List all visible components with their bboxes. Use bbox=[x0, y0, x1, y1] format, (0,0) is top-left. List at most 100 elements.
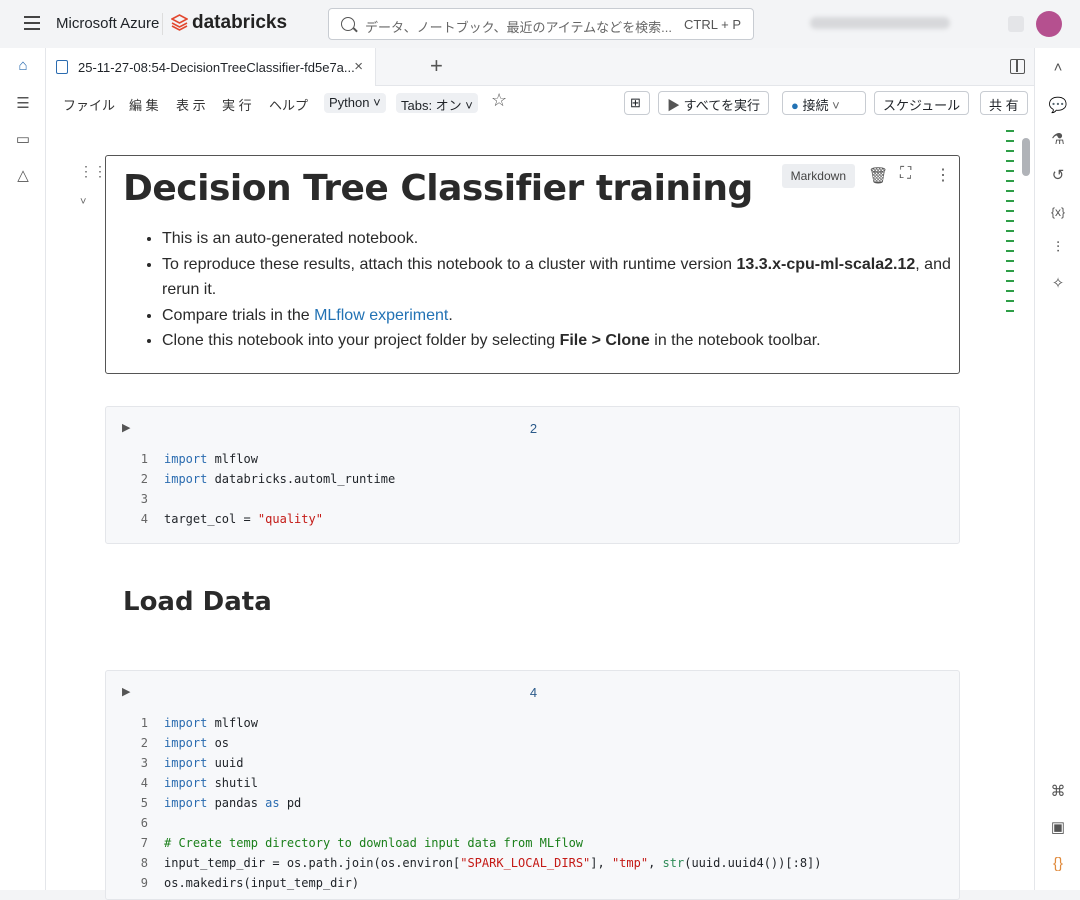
markdown-badge[interactable]: Markdown bbox=[781, 164, 855, 188]
code-token: uuid bbox=[207, 756, 244, 770]
notebook-title: Decision Tree Classifier training bbox=[123, 168, 753, 209]
right-sidebar: ˄ 💬 ⚗ ↺ {x} ⫶ ✧ ⌘ ▣ {} bbox=[1034, 48, 1080, 890]
code-line: 4 import shutil bbox=[126, 773, 822, 793]
line-number: 4 bbox=[140, 512, 148, 526]
tab-title: 25-11-27-08:54-DecisionTreeClassifier-fd… bbox=[78, 60, 355, 75]
menu-file[interactable]: ファイル bbox=[63, 95, 115, 114]
code-cell[interactable]: ▶ 2 1 import mlflow 2 import databricks.aut… bbox=[105, 406, 960, 544]
code-token: import bbox=[164, 776, 208, 790]
assistant-sparkle-icon[interactable]: ✧ bbox=[1048, 274, 1068, 294]
layout-button[interactable]: ⊞ bbox=[624, 91, 650, 115]
code-line: 5 import pandas as pd bbox=[126, 793, 822, 813]
code-cell[interactable]: ▶ 4 1 import mlflow 2 import os 3 import uuid… bbox=[105, 670, 960, 900]
more-icon[interactable]: ⋮ bbox=[935, 165, 951, 185]
line-number: 9 bbox=[140, 876, 148, 890]
share-button[interactable]: 共 有 bbox=[980, 91, 1028, 115]
hamburger-menu-icon[interactable] bbox=[24, 16, 40, 30]
run-all-button[interactable]: ▶ すべてを実行 bbox=[658, 91, 769, 115]
code-token: str bbox=[662, 856, 685, 870]
sliders-icon[interactable]: ⫶ bbox=[1048, 238, 1068, 258]
collapse-chevron-icon[interactable]: ˅ bbox=[80, 196, 86, 208]
play-icon: ▶ bbox=[667, 98, 681, 113]
terminal-icon[interactable]: ▣ bbox=[1048, 818, 1068, 838]
language-select[interactable]: Python ˅ bbox=[324, 93, 386, 113]
layout-icon: ⊞ bbox=[630, 95, 641, 110]
table-of-contents-icon[interactable]: ☰ bbox=[13, 94, 33, 114]
search-input[interactable]: データ、ノートブック、最近のアイテムなどを検索... CTRL + P bbox=[328, 8, 754, 40]
code-line: 3 bbox=[126, 489, 395, 509]
search-icon bbox=[341, 17, 355, 31]
code-editor[interactable]: 1 import mlflow 2 import os 3 import uuid 4 imp… bbox=[126, 713, 822, 893]
search-placeholder: データ、ノートブック、最近のアイテムなどを検索... bbox=[365, 20, 672, 35]
code-editor[interactable]: 1 import mlflow 2 import databricks.automl_… bbox=[126, 449, 395, 529]
code-line: 4 target_col = "quality" bbox=[126, 509, 395, 529]
drag-handle-icon[interactable]: ⋮⋮ bbox=[79, 164, 107, 178]
code-line: 2 import os bbox=[126, 733, 822, 753]
workspace-selector[interactable] bbox=[810, 17, 950, 29]
code-token: "quality" bbox=[257, 512, 323, 526]
shapes-icon[interactable]: △ bbox=[13, 166, 33, 186]
run-all-label: すべてを実行 bbox=[683, 98, 760, 113]
expand-icon[interactable]: ⛶ bbox=[900, 165, 911, 183]
apps-icon[interactable] bbox=[1008, 16, 1024, 32]
trash-icon[interactable]: 🗑 bbox=[868, 166, 888, 186]
code-line: 6 bbox=[126, 813, 822, 833]
markdown-cell[interactable]: Decision Tree Classifier training Markdo… bbox=[105, 155, 960, 374]
braces-icon[interactable]: {} bbox=[1048, 854, 1068, 874]
code-token: mlflow bbox=[207, 716, 258, 730]
star-icon[interactable]: ☆ bbox=[491, 90, 507, 111]
split-view-icon[interactable] bbox=[1010, 59, 1025, 74]
code-token: os.makedirs(input_temp_dir) bbox=[164, 876, 360, 890]
schedule-button[interactable]: スケジュール bbox=[874, 91, 970, 115]
divider bbox=[162, 13, 163, 35]
minimap[interactable] bbox=[1006, 130, 1014, 312]
code-line: 1 import mlflow bbox=[126, 449, 395, 469]
chevron-up-icon[interactable]: ˄ bbox=[1048, 58, 1068, 78]
tabs-select[interactable]: Tabs: オン ˅ bbox=[396, 93, 478, 113]
menu-edit[interactable]: 編 集 bbox=[129, 95, 159, 114]
tab-notebook[interactable]: 25-11-27-08:54-DecisionTreeClassifier-fd… bbox=[46, 48, 376, 86]
line-number: 6 bbox=[140, 816, 148, 830]
azure-brand[interactable]: Microsoft Azure bbox=[56, 15, 159, 32]
new-tab-button[interactable]: + bbox=[430, 53, 443, 79]
history-icon[interactable]: ↺ bbox=[1048, 166, 1068, 186]
code-token: pandas bbox=[207, 796, 266, 810]
connect-button[interactable]: ● 接続 ˅ bbox=[782, 91, 866, 115]
close-icon[interactable]: × bbox=[354, 58, 363, 75]
left-sidebar: ⌂ ☰ ▭ △ bbox=[0, 48, 46, 890]
databricks-brand[interactable]: databricks bbox=[192, 12, 287, 34]
menu-view[interactable]: 表 示 bbox=[176, 95, 206, 114]
code-token: import bbox=[164, 452, 208, 466]
line-number: 8 bbox=[140, 856, 148, 870]
menu-run[interactable]: 実 行 bbox=[222, 95, 252, 114]
scrollbar[interactable] bbox=[1022, 138, 1030, 176]
line-number: 1 bbox=[140, 452, 148, 466]
line-number: 1 bbox=[140, 716, 148, 730]
line-number: 2 bbox=[140, 736, 148, 750]
cell-number: 4 bbox=[529, 685, 538, 700]
code-token: "SPARK_LOCAL_DIRS" bbox=[460, 856, 591, 870]
bullet-list: This is an auto-generated notebook. To r… bbox=[162, 226, 952, 354]
code-token: (uuid.uuid4())[:8]) bbox=[684, 856, 822, 870]
variables-icon[interactable]: {x} bbox=[1048, 202, 1068, 222]
experiment-flask-icon[interactable]: ⚗ bbox=[1048, 130, 1068, 150]
command-icon[interactable]: ⌘ bbox=[1048, 782, 1068, 802]
tabs-label: Tabs: オン bbox=[401, 98, 462, 113]
code-token: , bbox=[648, 856, 663, 870]
search-shortcut: CTRL + P bbox=[684, 17, 741, 32]
folder-icon[interactable]: ▭ bbox=[13, 130, 33, 150]
code-token: import bbox=[164, 796, 208, 810]
mlflow-experiment-link[interactable]: MLflow experiment bbox=[314, 307, 448, 324]
code-token: shutil bbox=[207, 776, 258, 790]
connect-label: 接続 bbox=[802, 98, 829, 113]
comment-icon[interactable]: 💬 bbox=[1048, 96, 1068, 116]
code-token: databricks.automl_runtime bbox=[207, 472, 396, 486]
code-token: os bbox=[207, 736, 230, 750]
code-token: import bbox=[164, 756, 208, 770]
menu-help[interactable]: ヘルプ bbox=[269, 95, 308, 114]
code-token: ], bbox=[590, 856, 612, 870]
code-token: pd bbox=[279, 796, 302, 810]
avatar[interactable] bbox=[1036, 11, 1062, 37]
home-icon[interactable]: ⌂ bbox=[13, 56, 33, 76]
list-item: To reproduce these results, attach this … bbox=[162, 252, 952, 303]
